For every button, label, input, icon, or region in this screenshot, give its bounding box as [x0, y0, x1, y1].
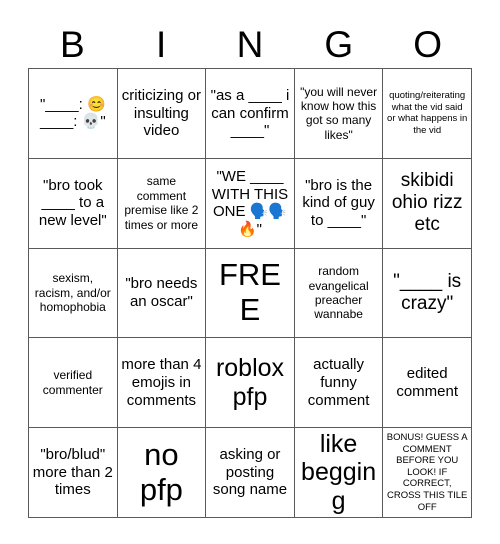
bingo-cell-label: actually funny comment	[307, 356, 370, 409]
bingo-cell-r4c3[interactable]: roblox pfp	[206, 338, 295, 429]
bingo-cell-r2c4[interactable]: "bro is the kind of guy to ____"	[294, 158, 384, 249]
bingo-cell-label: quoting/reiterating what the vid said or…	[387, 90, 468, 136]
bingo-cell-label: verified commenter	[42, 368, 103, 397]
bingo-cell-r3c5[interactable]: "____ is crazy"	[383, 248, 472, 339]
bingo-header-letter-i: I	[156, 23, 167, 65]
bingo-cell-label: "bro is the kind of guy to ____"	[302, 176, 375, 230]
bingo-cell-r4c4[interactable]: actually funny comment	[294, 338, 384, 429]
bingo-card: B I N G O "____: 😊 ____: 💀" criticizing or in…	[0, 0, 500, 544]
bingo-cell-r2c2[interactable]: same comment premise like 2 times or mor…	[117, 158, 207, 249]
bingo-cell-r5c4[interactable]: like begging	[294, 428, 384, 518]
bingo-header-letter-n: N	[236, 23, 264, 65]
bingo-cell-r1c1[interactable]: "____: 😊 ____: 💀"	[29, 69, 118, 159]
bingo-cell-label: no pfp	[139, 436, 183, 507]
bingo-cell-label: edited comment	[396, 365, 459, 400]
bingo-header-letter-o: O	[413, 23, 442, 65]
bingo-cell-r1c3[interactable]: "as a ____ i can confirm ____"	[206, 69, 295, 159]
bingo-cell-label: random evangelical preacher wannabe	[308, 264, 369, 322]
bingo-cell-label: "____ is crazy"	[393, 270, 462, 314]
bingo-header: BINGO	[28, 20, 472, 68]
bingo-cell-label: "bro needs an oscar"	[125, 275, 198, 310]
bingo-cell-label: "as a ____ i can confirm ____"	[210, 86, 290, 140]
bingo-cell-label: more than 4 emojis in comments	[121, 356, 202, 409]
bingo-cell-r2c3[interactable]: "WE ____ WITH THIS ONE 🗣️🗣️🔥"	[206, 158, 295, 249]
bingo-cell-label: roblox pfp	[215, 354, 285, 411]
bingo-header-letter-b: B	[60, 23, 85, 65]
bingo-cell-r2c5[interactable]: skibidi ohio rizz etc	[383, 158, 472, 249]
bingo-cell-label: sexism, racism, and/or homophobia	[34, 271, 111, 315]
bingo-cell-r3c1[interactable]: sexism, racism, and/or homophobia	[29, 248, 118, 339]
bingo-cell-r4c5[interactable]: edited comment	[383, 338, 472, 429]
bingo-cell-r5c3[interactable]: asking or posting song name	[206, 428, 295, 518]
bingo-cell-r5c5[interactable]: BONUS! GUESS A COMMENT BEFORE YOU LOOK! …	[383, 428, 472, 518]
bingo-cell-r3c4[interactable]: random evangelical preacher wannabe	[294, 248, 384, 339]
bingo-cell-label: like begging	[301, 429, 377, 515]
bingo-cell-label: asking or posting song name	[212, 446, 288, 499]
bingo-cell-r5c1[interactable]: "bro/blud" more than 2 times	[29, 428, 118, 518]
bingo-cell-label: "____: 😊 ____: 💀"	[39, 95, 106, 131]
bingo-cell-label: "you will never know how this got so man…	[300, 84, 378, 142]
bingo-cell-label: criticizing or insulting video	[121, 86, 201, 140]
bingo-cell-label: "bro took ____ to a new level"	[38, 176, 107, 230]
bingo-cell-label: "WE ____ WITH THIS ONE 🗣️🗣️🔥"	[211, 167, 289, 238]
bingo-cell-label: skibidi ohio rizz etc	[391, 170, 463, 236]
bingo-grid: "____: 😊 ____: 💀" criticizing or insultin…	[28, 68, 472, 518]
bingo-cell-r1c5[interactable]: quoting/reiterating what the vid said or…	[383, 69, 472, 159]
bingo-cell-r3c2[interactable]: "bro needs an oscar"	[117, 248, 207, 339]
bingo-cell-r1c4[interactable]: "you will never know how this got so man…	[294, 69, 384, 159]
bingo-cell-label: FREE	[218, 257, 281, 327]
bingo-cell-r4c1[interactable]: verified commenter	[29, 338, 118, 429]
bingo-cell-r5c2[interactable]: no pfp	[117, 428, 207, 518]
bingo-cell-r2c1[interactable]: "bro took ____ to a new level"	[29, 158, 118, 249]
bingo-cell-label: "bro/blud" more than 2 times	[32, 446, 113, 499]
bingo-cell-r4c2[interactable]: more than 4 emojis in comments	[117, 338, 207, 429]
bingo-free-space[interactable]: FREE	[206, 248, 295, 339]
bingo-cell-r1c2[interactable]: criticizing or insulting video	[117, 69, 207, 159]
bingo-cell-label: same comment premise like 2 times or mor…	[124, 174, 199, 232]
bingo-cell-label: BONUS! GUESS A COMMENT BEFORE YOU LOOK! …	[386, 432, 468, 513]
bingo-header-letter-g: G	[324, 23, 354, 65]
